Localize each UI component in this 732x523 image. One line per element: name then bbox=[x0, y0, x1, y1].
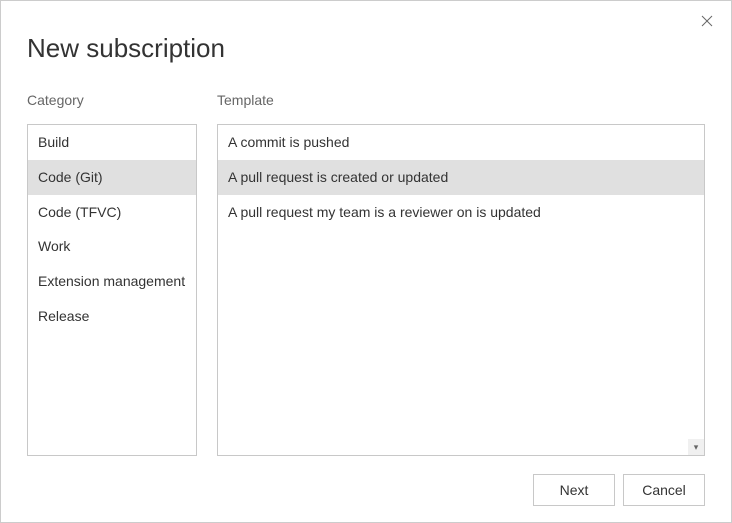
template-label: Template bbox=[217, 92, 705, 108]
category-listbox[interactable]: BuildCode (Git)Code (TFVC)WorkExtension … bbox=[27, 124, 197, 456]
category-item[interactable]: Work bbox=[28, 229, 196, 264]
next-button[interactable]: Next bbox=[533, 474, 615, 506]
close-button[interactable] bbox=[697, 11, 717, 31]
category-item[interactable]: Code (TFVC) bbox=[28, 195, 196, 230]
category-column: Category BuildCode (Git)Code (TFVC)WorkE… bbox=[27, 92, 197, 456]
category-item[interactable]: Code (Git) bbox=[28, 160, 196, 195]
dialog-footer: Next Cancel bbox=[27, 456, 705, 506]
template-item[interactable]: A pull request my team is a reviewer on … bbox=[218, 195, 704, 230]
new-subscription-dialog: New subscription Category BuildCode (Git… bbox=[0, 0, 732, 523]
template-column: Template A commit is pushedA pull reques… bbox=[217, 92, 705, 456]
category-item[interactable]: Release bbox=[28, 299, 196, 334]
template-item[interactable]: A pull request is created or updated bbox=[218, 160, 704, 195]
template-item[interactable]: A commit is pushed bbox=[218, 125, 704, 160]
category-item[interactable]: Build bbox=[28, 125, 196, 160]
dialog-title: New subscription bbox=[27, 33, 705, 64]
chevron-down-icon: ▾ bbox=[694, 442, 699, 453]
category-label: Category bbox=[27, 92, 197, 108]
close-icon bbox=[701, 15, 713, 27]
scroll-down-button[interactable]: ▾ bbox=[688, 439, 704, 455]
cancel-button[interactable]: Cancel bbox=[623, 474, 705, 506]
template-listbox[interactable]: A commit is pushedA pull request is crea… bbox=[217, 124, 705, 456]
scrollbar: ▾ bbox=[688, 439, 704, 455]
content-columns: Category BuildCode (Git)Code (TFVC)WorkE… bbox=[27, 92, 705, 456]
category-item[interactable]: Extension management bbox=[28, 264, 196, 299]
